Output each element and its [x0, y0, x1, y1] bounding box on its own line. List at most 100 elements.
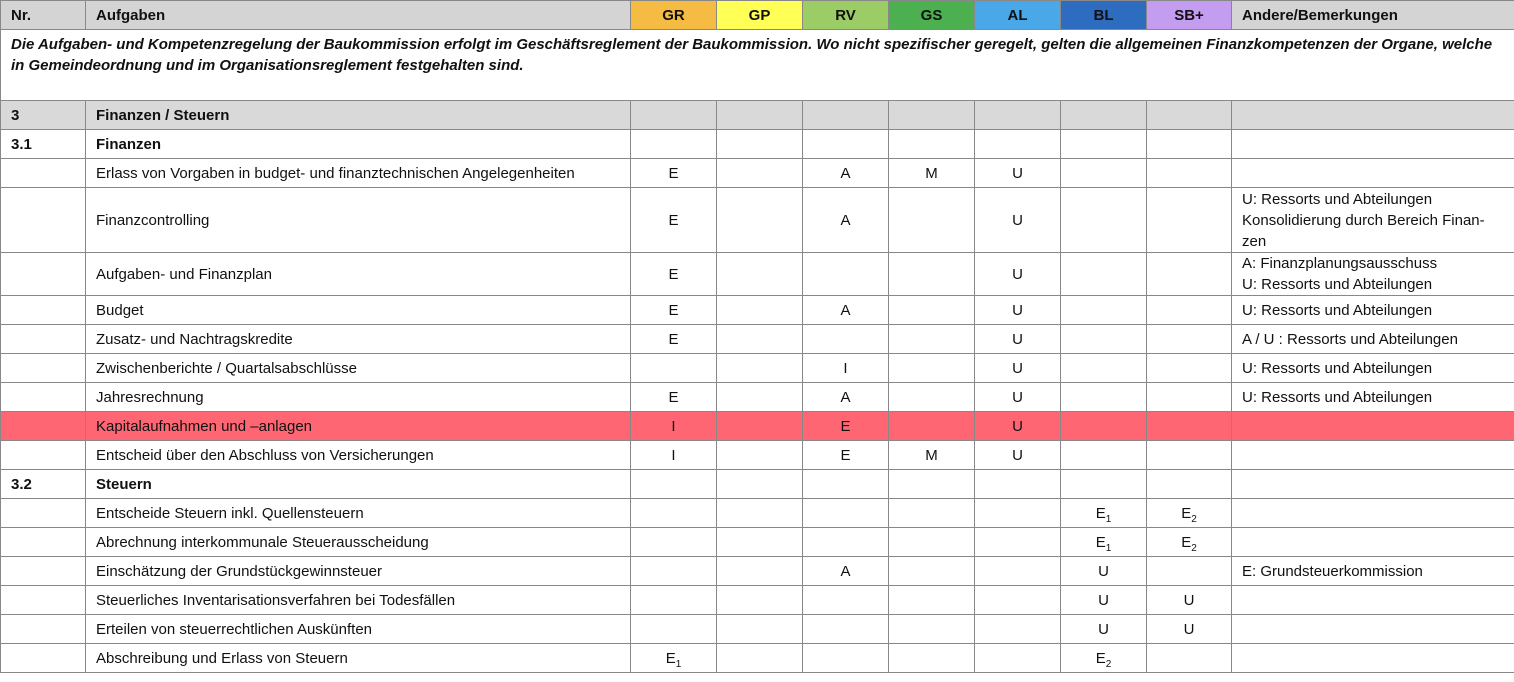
role-cell-sb — [1146, 353, 1232, 383]
role-cell-gs — [888, 324, 975, 354]
row-nr — [0, 324, 86, 354]
role-cell-gr: I — [630, 411, 717, 441]
role-cell-gp — [716, 324, 803, 354]
role-cell-gr — [630, 585, 717, 615]
role-cell-bl: U — [1060, 585, 1147, 615]
table-row: Steuerliches Inventarisationsverfahren b… — [0, 585, 1514, 615]
role-cell-rv: A — [802, 187, 889, 253]
row-nr — [0, 382, 86, 412]
table-row: Zwischenberichte / Quartalsabschlüsse I U U… — [0, 353, 1514, 383]
role-cell-rv — [802, 252, 889, 296]
role-cell-al: U — [974, 324, 1061, 354]
remarks-cell — [1231, 643, 1514, 673]
role-cell-gs — [888, 643, 975, 673]
table-row: Erteilen von steuerrechtlichen Auskünfte… — [0, 614, 1514, 644]
role-cell-rv: A — [802, 382, 889, 412]
role-cell-rv — [802, 498, 889, 528]
role-cell-gs — [888, 187, 975, 253]
role-cell-al — [974, 585, 1061, 615]
role-cell-sb — [1146, 556, 1232, 586]
role-cell-gr — [630, 556, 717, 586]
task-cell: Finanzcontrolling — [85, 187, 631, 253]
role-cell-gp — [716, 556, 803, 586]
role-cell-bl — [1060, 411, 1147, 441]
role-cell-sb: E2 — [1146, 498, 1232, 528]
role-cell-sb — [1146, 440, 1232, 470]
role-cell-rv: E — [802, 411, 889, 441]
role-cell-bl: U — [1060, 614, 1147, 644]
task-cell: Jahresrechnung — [85, 382, 631, 412]
task-cell: Abschreibung und Erlass von Steuern — [85, 643, 631, 673]
role-cell-gs — [888, 353, 975, 383]
role-cell-sb: U — [1146, 614, 1232, 644]
role-cell-bl: E1 — [1060, 498, 1147, 528]
role-cell-gr: I — [630, 440, 717, 470]
header-role-bl: BL — [1060, 0, 1147, 30]
subsection-row-steuern: 3.2 Steuern — [0, 469, 1514, 499]
table-row: Entscheide Steuern inkl. Quellensteuern E… — [0, 498, 1514, 528]
task-cell: Entscheide Steuern inkl. Quellensteuern — [85, 498, 631, 528]
remarks-cell — [1231, 614, 1514, 644]
role-cell-bl — [1060, 440, 1147, 470]
table-row: Abrechnung interkommunale Steuerausschei… — [0, 527, 1514, 557]
task-cell: Erteilen von steuerrechtlichen Auskünfte… — [85, 614, 631, 644]
role-cell-gp — [716, 643, 803, 673]
role-cell-gs — [888, 411, 975, 441]
role-cell-gr — [630, 614, 717, 644]
header-row: Nr. Aufgaben GR GP RV GS AL BL SB+ Ander… — [0, 0, 1514, 30]
role-cell-gr: E — [630, 295, 717, 325]
table-row: Budget E A U U: Ressorts und Abteilungen — [0, 295, 1514, 325]
table-row: Aufgaben- und Finanzplan E U A: Finanzplanu… — [0, 252, 1514, 296]
remarks-cell — [1231, 527, 1514, 557]
role-cell-rv: E — [802, 440, 889, 470]
header-role-gp: GP — [716, 0, 803, 30]
remarks-cell: A / U : Ressorts und Abteilungen — [1231, 324, 1514, 354]
table-row: Kapitalaufnahmen und –anlagen I E U — [0, 411, 1514, 441]
table-row: Entscheid über den Abschluss von Versich… — [0, 440, 1514, 470]
row-nr — [0, 353, 86, 383]
table-row: Finanzcontrolling E A U U: Ressorts und Abte… — [0, 187, 1514, 253]
row-nr — [0, 252, 86, 296]
competence-table: Nr. Aufgaben GR GP RV GS AL BL SB+ Ander… — [0, 0, 1514, 673]
role-cell-rv: I — [802, 353, 889, 383]
table-row: Jahresrechnung E A U U: Ressorts und Abteilu… — [0, 382, 1514, 412]
role-cell-al: U — [974, 252, 1061, 296]
role-cell-sb: E2 — [1146, 527, 1232, 557]
table-row: Zusatz- und Nachtragskredite E U A / U : Re… — [0, 324, 1514, 354]
role-cell-bl — [1060, 187, 1147, 253]
role-cell-rv — [802, 324, 889, 354]
role-cell-gs — [888, 295, 975, 325]
role-cell-al — [974, 643, 1061, 673]
header-role-al: AL — [974, 0, 1061, 30]
role-cell-gs: M — [888, 158, 975, 188]
remarks-cell: E: Grundsteuerkommission — [1231, 556, 1514, 586]
role-cell-gs — [888, 527, 975, 557]
role-cell-gp — [716, 440, 803, 470]
task-cell: Kapitalaufnahmen und –anlagen — [85, 411, 631, 441]
role-cell-gp — [716, 353, 803, 383]
role-cell-rv: A — [802, 158, 889, 188]
task-cell: Zwischenberichte / Quartalsabschlüsse — [85, 353, 631, 383]
role-cell-gr — [630, 498, 717, 528]
role-cell-gs — [888, 498, 975, 528]
row-nr — [0, 295, 86, 325]
row-nr — [0, 527, 86, 557]
role-cell-rv — [802, 527, 889, 557]
role-cell-gp — [716, 252, 803, 296]
table-row: Abschreibung und Erlass von Steuern E1 E2 — [0, 643, 1514, 673]
role-cell-gr: E1 — [630, 643, 717, 673]
remarks-cell — [1231, 411, 1514, 441]
role-cell-bl — [1060, 324, 1147, 354]
role-cell-gp — [716, 382, 803, 412]
remarks-cell: A: Finanzplanungsausschuss U: Ressorts un… — [1231, 252, 1514, 296]
remarks-cell — [1231, 585, 1514, 615]
role-cell-sb — [1146, 324, 1232, 354]
section-row: 3 Finanzen / Steuern — [0, 100, 1514, 130]
regulation-note: Die Aufgaben- und Kompetenzregelung der … — [0, 29, 1514, 101]
task-cell: Budget — [85, 295, 631, 325]
role-cell-sb — [1146, 295, 1232, 325]
role-cell-al — [974, 527, 1061, 557]
task-cell: Zusatz- und Nachtragskredite — [85, 324, 631, 354]
role-cell-gp — [716, 585, 803, 615]
role-cell-gr: E — [630, 252, 717, 296]
